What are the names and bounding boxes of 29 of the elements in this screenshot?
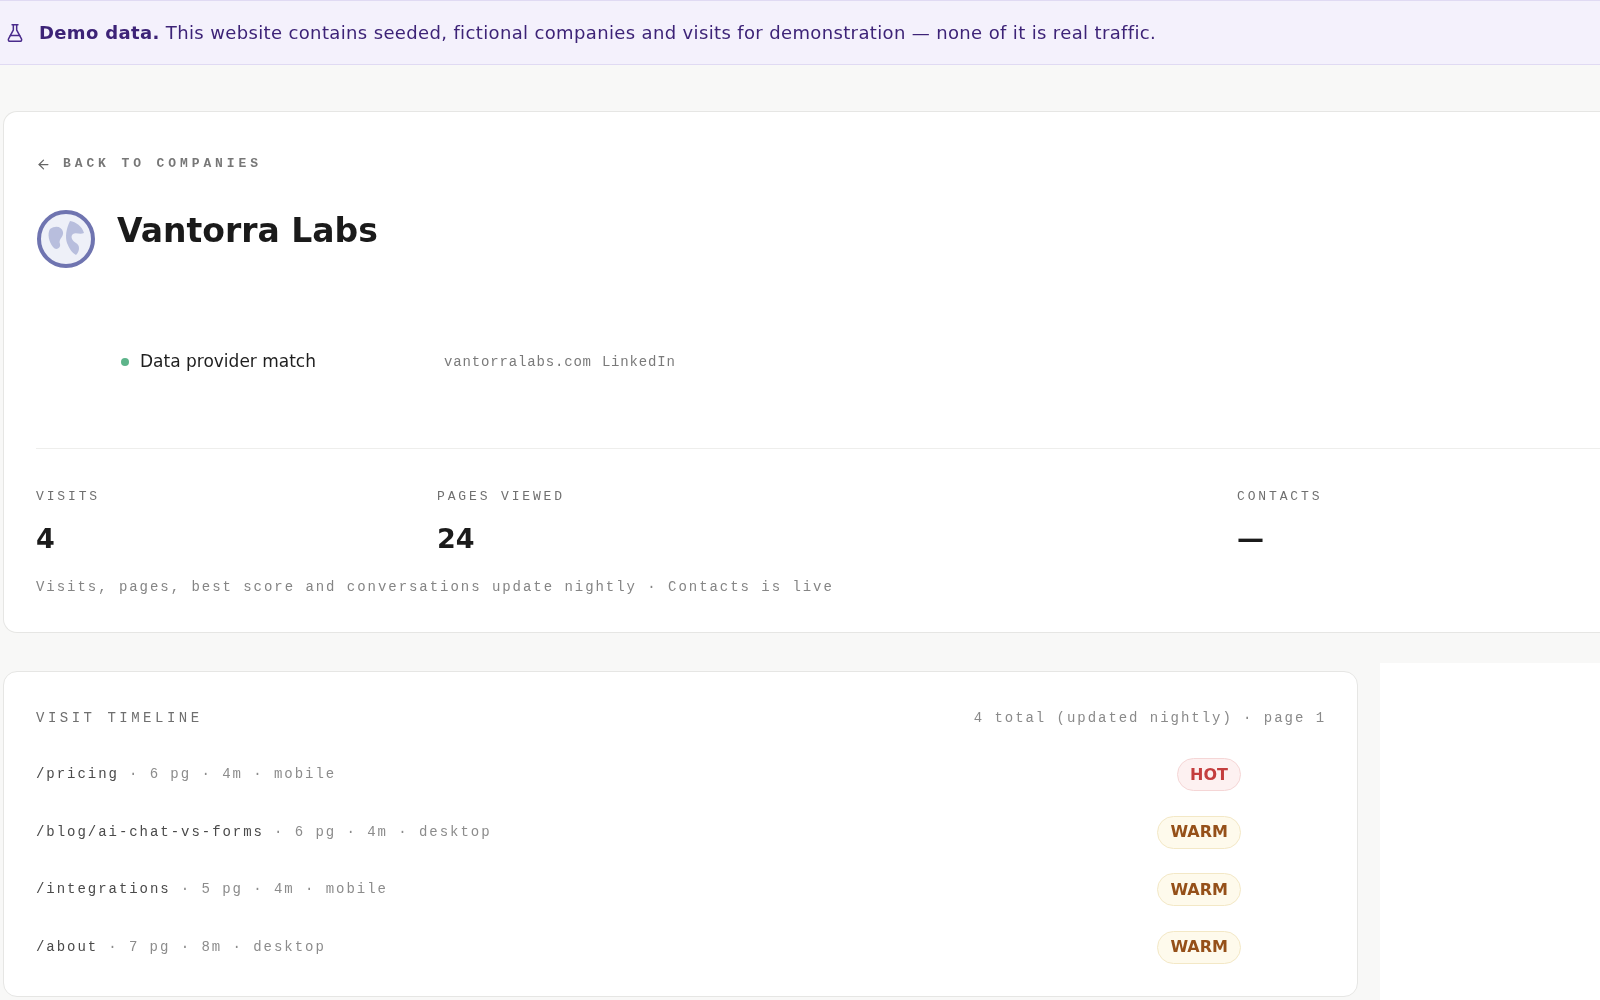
visit-path: /blog/ai-chat-vs-forms (36, 822, 264, 842)
stats-note: Visits, pages, best score and conversations update nightly · Contacts is live (36, 578, 834, 597)
stat-value: 24 (437, 522, 475, 556)
stat-label: PAGES VIEWED (437, 488, 565, 506)
timeline-title: VISIT TIMELINE (36, 708, 203, 728)
visit-details: · 5 pg · 4m · mobile (180, 880, 388, 900)
company-link[interactable]: vantorralabs.com (444, 351, 592, 373)
timeline-summary: 4 total (updated nightly) · page 1 (973, 708, 1326, 728)
score-badge: HOT (1177, 758, 1241, 792)
stat-label: CONTACTS (1237, 488, 1323, 506)
visit-path: /about (36, 937, 99, 957)
company-link[interactable]: LinkedIn (601, 351, 676, 373)
match-label: Data provider match (140, 350, 316, 374)
stat-value: — (1237, 522, 1264, 556)
visit-details: · 6 pg · 4m · desktop (273, 822, 492, 842)
visit-details: · 6 pg · 4m · mobile (128, 765, 337, 785)
flask-icon (5, 21, 25, 44)
score-badge: WARM (1157, 815, 1241, 849)
company-name: Vantorra Labs (117, 211, 378, 251)
visit-details: · 7 pg · 8m · desktop (108, 937, 326, 957)
score-badge: WARM (1157, 930, 1241, 964)
stat-value: 4 (36, 522, 55, 556)
visit-path: /integrations (36, 880, 171, 900)
back-link[interactable]: BACK TO COMPANIES (36, 154, 262, 174)
banner-message: Demo data. This website contains seeded, fictional companies and visits for demonstration — none of it is real traffic. (39, 21, 1157, 45)
visit-path: /pricing (36, 765, 119, 785)
globe-icon (36, 209, 96, 269)
score-badge: WARM (1157, 873, 1241, 907)
stat-label: VISITS (36, 488, 100, 506)
